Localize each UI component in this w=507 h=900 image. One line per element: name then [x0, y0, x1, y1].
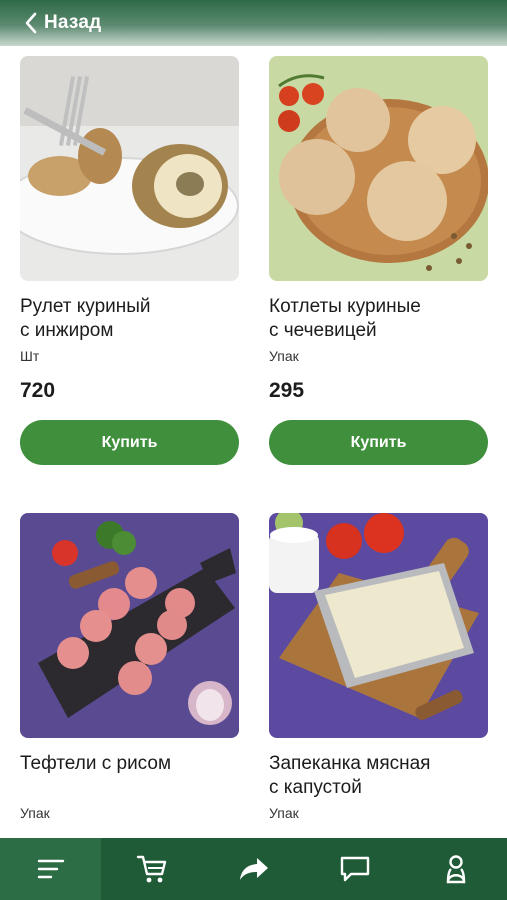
product-unit: Шт: [20, 348, 40, 364]
cart-icon: [136, 855, 167, 883]
product-card[interactable]: Рулет куриный с инжиром Шт 720 Купить: [20, 56, 239, 465]
nav-chat[interactable]: [304, 838, 405, 900]
product-unit: Упак: [20, 805, 50, 821]
product-price: 720: [20, 379, 56, 402]
product-image[interactable]: [20, 513, 239, 738]
nav-profile[interactable]: [406, 838, 507, 900]
product-card[interactable]: Запеканка мясная с капустой Упак: [269, 513, 488, 823]
product-grid: Рулет куриный с инжиром Шт 720 Купить Ко…: [0, 46, 507, 838]
buy-button[interactable]: Купить: [20, 420, 239, 465]
nav-cart[interactable]: [101, 838, 202, 900]
product-title[interactable]: Котлеты куриные с чечевицей: [269, 295, 488, 343]
chat-icon: [340, 856, 370, 882]
product-title[interactable]: Рулет куриный с инжиром: [20, 295, 239, 343]
nav-share[interactable]: [203, 838, 304, 900]
back-button[interactable]: Назад: [24, 12, 101, 34]
product-image[interactable]: [20, 56, 239, 281]
product-image[interactable]: [269, 513, 488, 738]
chevron-left-icon: [25, 12, 37, 34]
product-title[interactable]: Тефтели с рисом: [20, 752, 239, 800]
top-bar: Назад: [0, 0, 507, 46]
product-unit: Упак: [269, 348, 299, 364]
product-unit: Упак: [269, 805, 299, 821]
back-label: Назад: [44, 12, 102, 33]
product-title[interactable]: Запеканка мясная с капустой: [269, 752, 488, 800]
menu-icon: [37, 859, 64, 879]
share-arrow-icon: [239, 858, 268, 880]
product-image[interactable]: [269, 56, 488, 281]
bottom-navigation: [0, 838, 507, 900]
nav-menu[interactable]: [0, 838, 102, 900]
buy-button[interactable]: Купить: [269, 420, 488, 465]
product-card[interactable]: Тефтели с рисом Упак: [20, 513, 239, 823]
product-price: 295: [269, 379, 305, 402]
product-card[interactable]: Котлеты куриные с чечевицей Упак 295 Куп…: [269, 56, 488, 465]
profile-icon: [447, 855, 466, 884]
